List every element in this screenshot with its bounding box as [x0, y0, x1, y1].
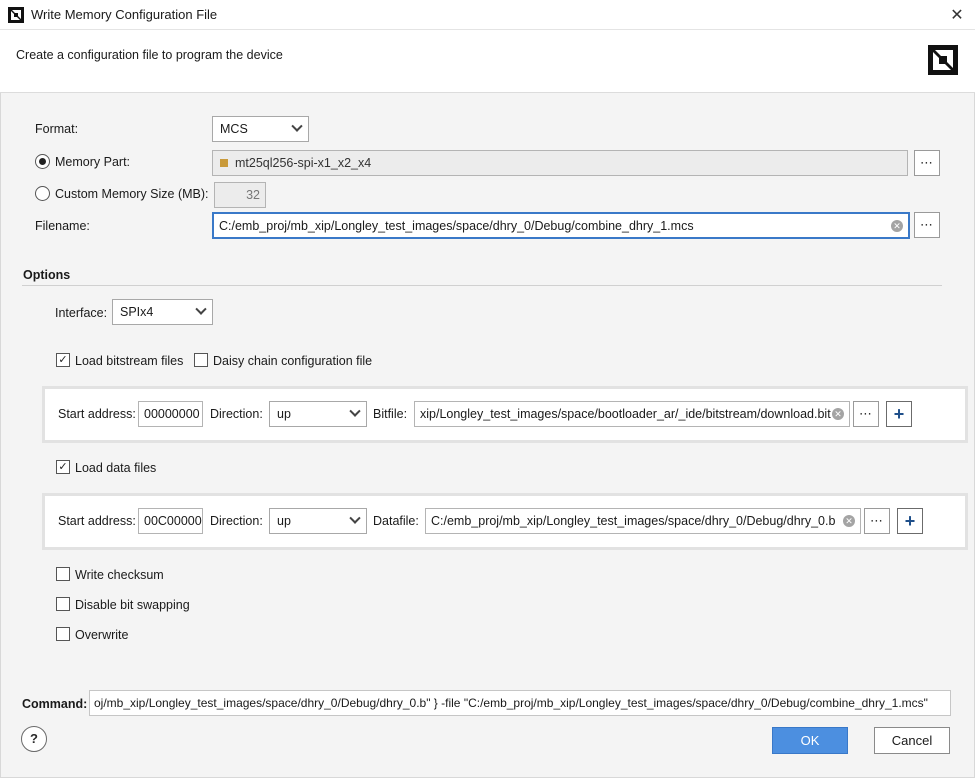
chevron-down-icon: [349, 512, 361, 524]
bit-start-address-label: Start address:: [58, 407, 136, 421]
write-checksum-checkbox[interactable]: [56, 567, 70, 581]
add-bitfile-button[interactable]: +: [886, 401, 912, 427]
options-divider: [22, 285, 942, 286]
disable-bit-swapping-checkbox[interactable]: [56, 597, 70, 611]
filename-label: Filename:: [35, 219, 90, 233]
datafile-input[interactable]: C:/emb_proj/mb_xip/Longley_test_images/s…: [425, 508, 861, 534]
data-start-address-input[interactable]: 00C00000: [138, 508, 203, 534]
chip-icon: [220, 159, 228, 167]
memory-part-label: Memory Part:: [55, 155, 131, 169]
bit-direction-dropdown[interactable]: up: [269, 401, 367, 427]
load-data-label: Load data files: [75, 461, 157, 475]
data-direction-value: up: [277, 514, 291, 528]
format-label: Format:: [35, 122, 79, 136]
bit-direction-value: up: [277, 407, 291, 421]
amd-logo-icon: [8, 7, 24, 23]
chevron-down-icon: [195, 303, 207, 315]
interface-dropdown[interactable]: SPIx4: [112, 299, 213, 325]
cancel-button[interactable]: Cancel: [874, 727, 950, 754]
disable-bit-swapping-label: Disable bit swapping: [75, 598, 190, 612]
bit-start-address-value: 00000000: [144, 407, 200, 421]
window-title: Write Memory Configuration File: [31, 7, 218, 22]
overwrite-label: Overwrite: [75, 628, 129, 642]
datafile-label: Datafile:: [373, 514, 419, 528]
overwrite-checkbox[interactable]: [56, 627, 70, 641]
ok-button[interactable]: OK: [772, 727, 848, 754]
memory-part-field[interactable]: mt25ql256-spi-x1_x2_x4: [212, 150, 908, 176]
data-direction-dropdown[interactable]: up: [269, 508, 367, 534]
chevron-down-icon: [291, 120, 303, 132]
command-label: Command:: [22, 697, 88, 711]
custom-memory-size-field[interactable]: 32: [214, 182, 266, 208]
data-start-address-label: Start address:: [58, 514, 136, 528]
format-value: MCS: [220, 122, 248, 136]
load-bitstream-label: Load bitstream files: [75, 354, 184, 368]
load-data-checkbox[interactable]: ✓: [56, 460, 70, 474]
bitfile-value: xip/Longley_test_images/space/bootloader…: [420, 407, 831, 421]
amd-logo-icon: [928, 45, 958, 75]
interface-value: SPIx4: [120, 305, 154, 319]
filename-input[interactable]: C:/emb_proj/mb_xip/Longley_test_images/s…: [212, 212, 910, 239]
memory-part-value: mt25ql256-spi-x1_x2_x4: [235, 156, 372, 170]
custom-memory-value: 32: [246, 188, 260, 202]
bitfile-input[interactable]: xip/Longley_test_images/space/bootloader…: [414, 401, 850, 427]
options-heading: Options: [23, 268, 71, 282]
command-field[interactable]: oj/mb_xip/Longley_test_images/space/dhry…: [89, 690, 951, 716]
clear-icon[interactable]: ✕: [891, 219, 903, 232]
close-icon[interactable]: ✕: [946, 5, 968, 25]
daisy-chain-checkbox[interactable]: [194, 353, 208, 367]
data-direction-label: Direction:: [210, 514, 263, 528]
help-button[interactable]: ?: [21, 726, 47, 752]
filename-browse-button[interactable]: ⋯: [914, 212, 940, 238]
add-datafile-button[interactable]: +: [897, 508, 923, 534]
dialog-description: Create a configuration file to program t…: [16, 48, 283, 62]
bit-direction-label: Direction:: [210, 407, 263, 421]
memory-part-radio[interactable]: [35, 154, 50, 169]
bit-start-address-input[interactable]: 00000000: [138, 401, 203, 427]
bitfile-label: Bitfile:: [373, 407, 408, 421]
custom-memory-label: Custom Memory Size (MB):: [55, 187, 209, 201]
format-dropdown[interactable]: MCS: [212, 116, 309, 142]
custom-memory-radio[interactable]: [35, 186, 50, 201]
daisy-chain-label: Daisy chain configuration file: [213, 354, 373, 368]
datafile-browse-button[interactable]: ⋯: [864, 508, 890, 534]
load-bitstream-checkbox[interactable]: ✓: [56, 353, 70, 367]
dialog-header: [0, 31, 975, 93]
clear-icon[interactable]: ✕: [832, 408, 844, 420]
bitfile-browse-button[interactable]: ⋯: [853, 401, 879, 427]
write-checksum-label: Write checksum: [75, 568, 164, 582]
clear-icon[interactable]: ✕: [843, 515, 855, 527]
memory-part-browse-button[interactable]: ⋯: [914, 150, 940, 176]
filename-value: C:/emb_proj/mb_xip/Longley_test_images/s…: [219, 218, 694, 233]
chevron-down-icon: [349, 405, 361, 417]
interface-label: Interface:: [55, 306, 108, 320]
data-start-address-value: 00C00000: [144, 514, 202, 528]
datafile-value: C:/emb_proj/mb_xip/Longley_test_images/s…: [431, 514, 836, 528]
